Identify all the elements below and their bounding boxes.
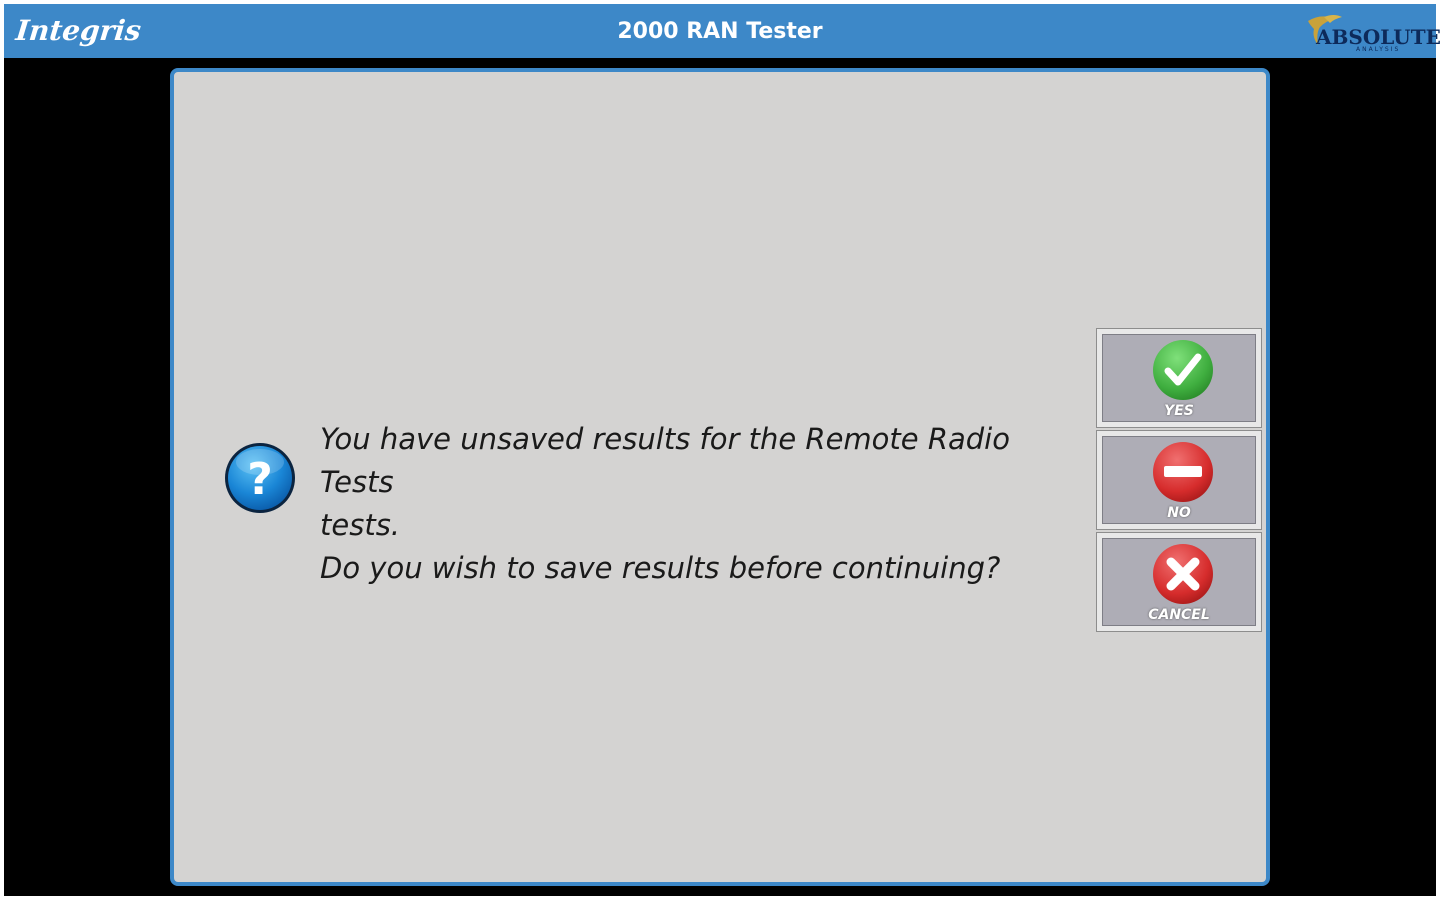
minus-icon: [1153, 442, 1213, 502]
no-button-label: NO: [1167, 505, 1191, 521]
dialog-message: You have unsaved results for the Remote …: [320, 418, 1080, 590]
app-window: Integris 2000 RAN Tester ABSOLUTE ANALYS…: [0, 0, 1440, 900]
message-line: Do you wish to save results before conti…: [320, 551, 1001, 585]
yes-button-face: YES: [1102, 334, 1256, 422]
save-prompt-dialog: ? You have unsaved results for the Remot…: [170, 68, 1270, 886]
cancel-button-label: CANCEL: [1148, 607, 1210, 623]
x-icon: [1153, 544, 1213, 604]
no-button[interactable]: NO: [1096, 430, 1262, 530]
yes-button[interactable]: YES: [1096, 328, 1262, 428]
message-line: tests.: [320, 508, 401, 542]
cancel-button[interactable]: CANCEL: [1096, 532, 1262, 632]
message-line: You have unsaved results for the Remote …: [320, 422, 1010, 499]
absolute-analysis-logo: ABSOLUTE ANALYSIS: [1304, 9, 1440, 55]
dialog-button-group: YES NO CANCEL: [1096, 328, 1264, 636]
question-icon: ?: [225, 443, 295, 513]
svg-text:?: ?: [247, 454, 273, 505]
logo-subtitle: ANALYSIS: [1356, 46, 1401, 53]
app-title: 2000 RAN Tester: [617, 19, 823, 44]
yes-button-label: YES: [1164, 403, 1194, 419]
no-button-face: NO: [1102, 436, 1256, 524]
checkmark-icon: [1153, 340, 1213, 400]
title-bar: Integris 2000 RAN Tester ABSOLUTE ANALYS…: [4, 4, 1440, 58]
cancel-button-face: CANCEL: [1102, 538, 1256, 626]
